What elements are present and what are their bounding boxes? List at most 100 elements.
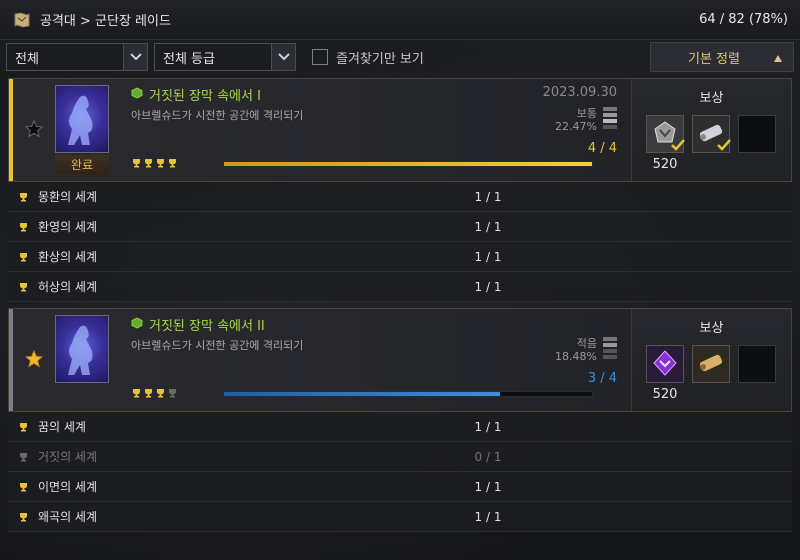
stage-name: 이면의 세계 — [38, 480, 98, 494]
checkmark-icon — [717, 139, 731, 154]
stage-count: 1 / 1 — [474, 189, 502, 204]
stage-row[interactable]: 왜곡의 세계 1 / 1 — [8, 502, 792, 532]
raid-portrait — [55, 315, 109, 383]
difficulty-info: 적음 18.48% — [555, 337, 597, 363]
stage-name: 환상의 세계 — [38, 250, 98, 264]
stage-row[interactable]: 환영의 세계 1 / 1 — [8, 212, 792, 242]
purple-insignia-icon — [651, 349, 679, 380]
trophy-icon — [18, 422, 32, 432]
sort-button[interactable]: 기본 정렬 — [650, 42, 794, 72]
stage-count: 1 / 1 — [474, 419, 502, 434]
trophy-icon — [131, 157, 142, 171]
raid-subtitle: 아브렐슈드가 시전한 공간에 격리되기 — [131, 339, 304, 352]
raid-progress-bar — [223, 161, 593, 167]
stage-name: 몽환의 세계 — [38, 190, 98, 204]
stage-count: 1 / 1 — [474, 479, 502, 494]
raid-card-1[interactable]: 완료 거짓된 장막 속에서 I 아브렐슈드가 시전한 공간에 격리되기 2023… — [8, 78, 792, 182]
triangle-up-icon — [773, 52, 783, 66]
header-bar: 공격대 > 군단장 레이드 64 / 82 (78%) — [0, 0, 800, 40]
stage-row[interactable]: 환상의 세계 1 / 1 — [8, 242, 792, 272]
grade-filter-select[interactable]: 전체 등급 — [154, 43, 296, 71]
reward-slot-insignia[interactable] — [646, 115, 685, 154]
green-cube-icon — [131, 317, 143, 332]
stage-name: 거짓의 세계 — [38, 450, 98, 464]
stage-count: 1 / 1 — [474, 219, 502, 234]
difficulty-bars-icon — [603, 107, 617, 131]
stage-name: 왜곡의 세계 — [38, 510, 98, 524]
trophy-icon — [18, 452, 32, 462]
stage-count: 1 / 1 — [474, 279, 502, 294]
trophy-icon — [167, 157, 178, 171]
trophy-icon — [18, 282, 32, 292]
trophy-icon — [167, 387, 178, 401]
raid-count: 4 / 4 — [587, 141, 617, 156]
favorite-star-icon[interactable] — [24, 349, 44, 371]
trophy-row — [131, 157, 178, 171]
completion-date: 2023.09.30 — [542, 85, 617, 100]
raid-subtitle: 아브렐슈드가 시전한 공간에 격리되기 — [131, 109, 304, 122]
stage-row[interactable]: 이면의 세계 1 / 1 — [8, 472, 792, 502]
category-filter-select[interactable]: 전체 — [6, 43, 148, 71]
difficulty-label: 보통 — [576, 107, 597, 120]
gold-scroll-icon — [697, 351, 725, 378]
favorite-star-icon[interactable] — [24, 119, 44, 141]
reward-amount: 520 — [652, 387, 678, 402]
raid-progress-fill — [224, 392, 500, 396]
raid-card-2[interactable]: 거짓된 장막 속에서 II 아브렐슈드가 시전한 공간에 격리되기 적음 18.… — [8, 308, 792, 412]
trophy-icon — [18, 192, 32, 202]
category-filter-value: 전체 — [15, 51, 39, 67]
stage-name: 환영의 세계 — [38, 220, 98, 234]
chevron-down-icon — [271, 44, 295, 70]
trophy-icon — [18, 222, 32, 232]
reward-label: 보상 — [699, 321, 724, 336]
raid-progress-fill — [224, 162, 592, 166]
stage-row[interactable]: 허상의 세계 1 / 1 — [8, 272, 792, 302]
completion-progress: 64 / 82 (78%) — [699, 12, 788, 27]
favorites-only-toggle[interactable]: 즐겨찾기만 보기 — [312, 48, 424, 67]
stage-name: 꿈의 세계 — [38, 420, 86, 434]
trophy-icon — [155, 157, 166, 171]
grade-filter-value: 전체 등급 — [163, 51, 215, 67]
reward-slot-scroll[interactable] — [692, 345, 730, 383]
difficulty-percent: 22.47% — [555, 120, 597, 133]
reward-panel: 보상 520 — [631, 309, 791, 411]
reward-amount: 520 — [652, 157, 678, 172]
difficulty-bars-icon — [603, 337, 617, 361]
difficulty-percent: 18.48% — [555, 350, 597, 363]
stage-count: 1 / 1 — [474, 249, 502, 264]
stage-row[interactable]: 거짓의 세계 0 / 1 — [8, 442, 792, 472]
reward-slot-empty — [738, 345, 776, 383]
reward-panel: 보상 520 — [631, 79, 791, 181]
trophy-icon — [143, 157, 154, 171]
raid-count: 3 / 4 — [587, 371, 617, 386]
map-scroll-icon — [12, 11, 32, 29]
stage-row[interactable]: 몽환의 세계 1 / 1 — [8, 182, 792, 212]
raid-portrait — [55, 85, 109, 153]
trophy-icon — [18, 252, 32, 262]
difficulty-label: 적음 — [576, 337, 597, 350]
trophy-icon — [18, 482, 32, 492]
checkmark-icon — [671, 139, 685, 154]
raid-title: 거짓된 장막 속에서 II — [149, 319, 265, 334]
difficulty-info: 보통 22.47% — [555, 107, 597, 133]
trophy-icon — [18, 512, 32, 522]
stage-name: 허상의 세계 — [38, 280, 98, 294]
raid-progress-bar — [223, 391, 593, 397]
reward-slot-empty — [738, 115, 776, 153]
chevron-down-icon — [123, 44, 147, 70]
reward-slot-scroll[interactable] — [692, 115, 731, 154]
trophy-icon — [131, 387, 142, 401]
stage-count: 1 / 1 — [474, 509, 502, 524]
completed-label: 완료 — [55, 155, 109, 175]
trophy-icon — [143, 387, 154, 401]
raid-title: 거짓된 장막 속에서 I — [149, 89, 261, 104]
reward-slot-insignia[interactable] — [646, 345, 684, 383]
stage-row[interactable]: 꿈의 세계 1 / 1 — [8, 412, 792, 442]
favorites-label: 즐겨찾기만 보기 — [336, 51, 424, 67]
breadcrumb: 공격대 > 군단장 레이드 — [40, 14, 171, 29]
sort-label: 기본 정렬 — [688, 51, 740, 67]
trophy-icon — [155, 387, 166, 401]
favorites-checkbox[interactable] — [312, 49, 328, 65]
stage-count: 0 / 1 — [474, 449, 502, 464]
trophy-row — [131, 387, 178, 401]
